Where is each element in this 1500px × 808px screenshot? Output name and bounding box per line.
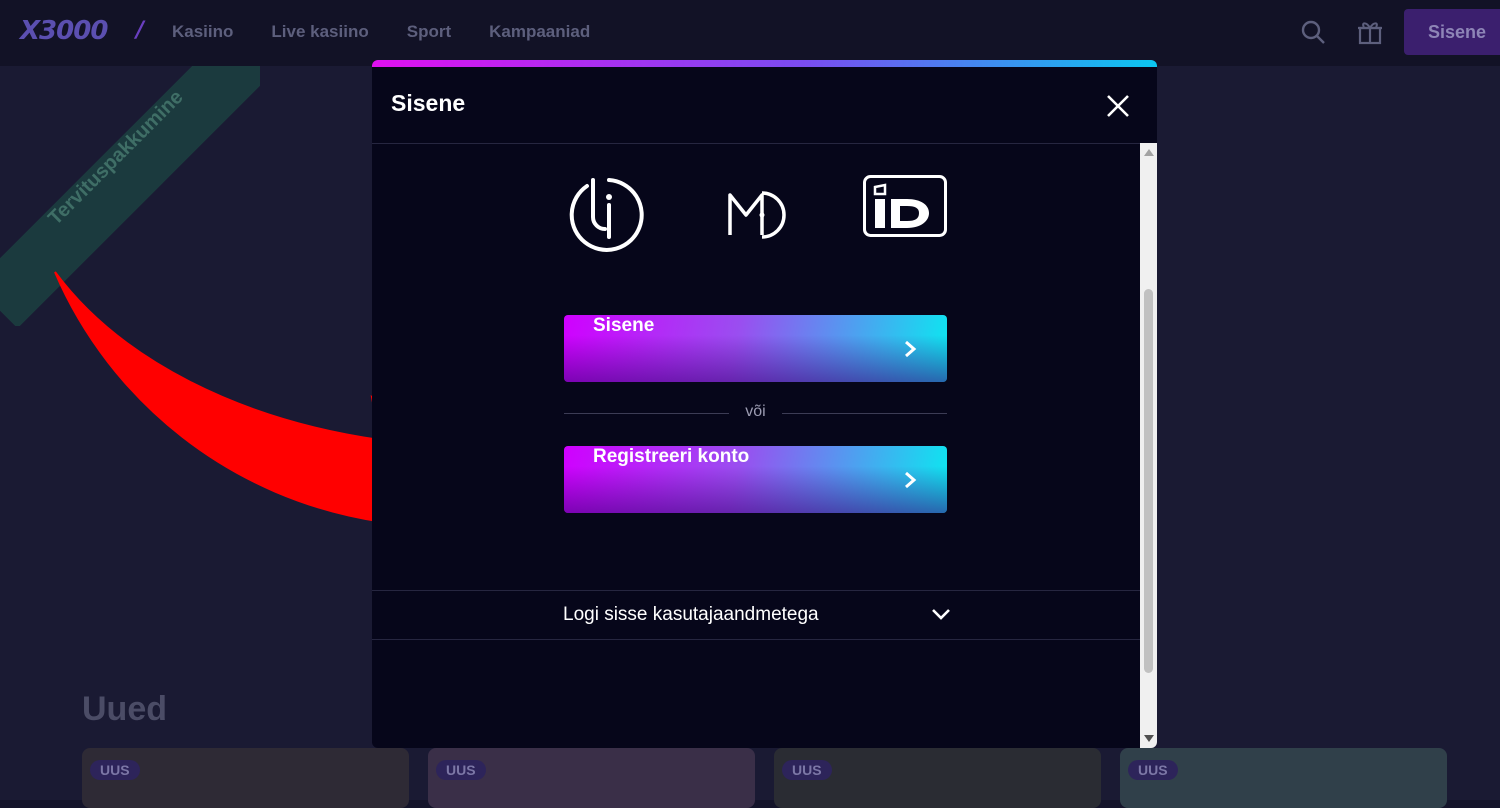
credentials-login-toggle[interactable]: Logi sisse kasutajaandmetega — [372, 590, 1140, 640]
promo-ribbon-container: Tervituspakkumine — [0, 66, 260, 326]
nav-item-kasiino[interactable]: Kasiino — [172, 22, 233, 42]
or-divider: või — [564, 403, 947, 423]
game-card[interactable]: UUS — [774, 748, 1101, 808]
login-button-label: Sisene — [593, 315, 655, 336]
search-icon[interactable] — [1299, 18, 1327, 46]
modal-scrollbar[interactable] — [1140, 143, 1157, 748]
modal-title: Sisene — [391, 90, 466, 116]
register-account-button[interactable]: Registreeri konto — [564, 446, 947, 513]
scroll-up-arrow-icon[interactable] — [1144, 149, 1154, 156]
main-nav: Kasiino Live kasiino Sport Kampaaniad — [172, 22, 590, 42]
register-button-label: Registreeri konto — [593, 446, 750, 467]
game-card[interactable]: UUS — [428, 748, 755, 808]
new-badge: UUS — [1128, 760, 1178, 780]
top-navbar: X3000 / Kasiino Live kasiino Sport Kampa… — [0, 0, 1500, 66]
new-badge: UUS — [90, 760, 140, 780]
scrollbar-thumb[interactable] — [1144, 289, 1153, 673]
close-icon[interactable] — [1104, 92, 1132, 120]
new-badge: UUS — [436, 760, 486, 780]
nav-item-sport[interactable]: Sport — [407, 22, 451, 42]
game-card[interactable]: UUS — [82, 748, 409, 808]
logo-divider: / — [136, 18, 145, 43]
or-line-right — [782, 413, 947, 414]
login-modal: Sisene Sisene või Registreeri konto Logi… — [372, 60, 1157, 748]
gift-icon[interactable] — [1356, 18, 1384, 46]
modal-accent-bar — [372, 60, 1157, 67]
site-logo[interactable]: X3000 — [20, 16, 108, 46]
modal-header-divider — [372, 143, 1140, 144]
nav-item-live-kasiino[interactable]: Live kasiino — [271, 22, 368, 42]
or-text: või — [745, 403, 766, 420]
id-card-icon[interactable] — [863, 175, 947, 237]
mobile-id-icon[interactable] — [726, 175, 788, 255]
nav-item-kampaaniad[interactable]: Kampaaniad — [489, 22, 590, 42]
smart-id-icon[interactable] — [565, 175, 645, 255]
header-login-button[interactable]: Sisene — [1404, 9, 1500, 55]
new-badge: UUS — [782, 760, 832, 780]
chevron-right-icon — [905, 471, 917, 489]
new-games-heading: Uued — [82, 690, 167, 728]
chevron-down-icon — [932, 609, 950, 620]
welcome-offer-ribbon[interactable]: Tervituspakkumine — [0, 66, 260, 326]
chevron-right-icon — [905, 340, 917, 358]
game-card[interactable]: UUS — [1120, 748, 1447, 808]
credentials-login-label: Logi sisse kasutajaandmetega — [563, 604, 819, 625]
scroll-down-arrow-icon[interactable] — [1144, 735, 1154, 742]
login-button[interactable]: Sisene — [564, 315, 947, 382]
